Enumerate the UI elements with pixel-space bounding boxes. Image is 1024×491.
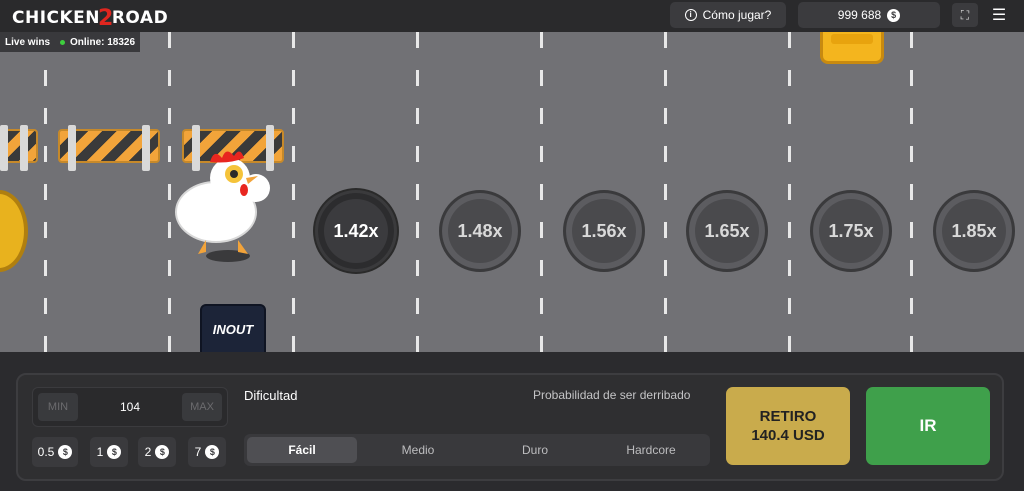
multiplier-manhole: 1.65x <box>686 190 768 272</box>
difficulty-selector: Fácil Medio Duro Hardcore <box>244 434 710 466</box>
quick-bet-button[interactable]: 7 $ <box>188 437 226 467</box>
bet-amount-control: MIN 104 MAX <box>32 387 228 427</box>
hamburger-menu-icon: ☰ <box>991 7 1007 24</box>
cashout-button[interactable]: RETIRO 140.4 USD <box>726 387 850 465</box>
lane-line <box>910 32 913 352</box>
chicken-character <box>175 151 270 262</box>
inout-sign: INOUT <box>200 304 266 352</box>
max-bet-button[interactable]: MAX <box>182 393 222 421</box>
info-icon: i <box>684 9 697 21</box>
lane-line <box>540 32 543 352</box>
quick-bet-button[interactable]: 2 $ <box>138 437 176 467</box>
fullscreen-icon: ⛶ <box>960 7 970 22</box>
live-stats-bar: Live wins Online: 18326 <box>0 32 140 52</box>
quick-bet-button[interactable]: 0.5 $ <box>32 437 78 467</box>
road-barrier <box>58 125 160 171</box>
tab-hardcore[interactable]: Hardcore <box>596 437 706 463</box>
multiplier-manhole: 1.75x <box>810 190 892 272</box>
probability-label: Probabilidad de ser derribado <box>533 388 691 402</box>
quick-bet-button[interactable]: 1 $ <box>90 437 128 467</box>
min-bet-button[interactable]: MIN <box>38 393 78 421</box>
live-wins-label: Live wins <box>5 36 51 48</box>
game-logo: CHICKEN2ROAD <box>12 6 169 31</box>
difficulty-label: Dificultad <box>244 388 298 403</box>
online-dot-icon <box>60 39 66 45</box>
yellow-car <box>820 32 884 64</box>
multiplier-manhole[interactable]: 1.42x <box>315 190 397 272</box>
dollar-coin-icon: $ <box>155 445 170 459</box>
tab-easy[interactable]: Fácil <box>247 437 357 463</box>
gold-coin-icon <box>0 190 28 272</box>
dollar-coin-icon: $ <box>58 445 73 459</box>
menu-button[interactable]: ☰ <box>988 4 1010 26</box>
road-barrier <box>0 125 38 171</box>
go-button[interactable]: IR <box>866 387 990 465</box>
dollar-coin-icon: $ <box>205 445 220 459</box>
tab-medium[interactable]: Medio <box>363 437 473 463</box>
online-count: Online: 18326 <box>60 37 135 48</box>
how-to-play-button[interactable]: i Cómo jugar? <box>670 2 786 28</box>
dollar-coin-icon: $ <box>887 8 901 22</box>
lane-line <box>292 32 295 352</box>
game-road: Live wins Online: 18326 1.42x 1.48x 1.56… <box>0 32 1024 352</box>
lane-line <box>788 32 791 352</box>
top-bar: CHICKEN2ROAD i Cómo jugar? 999 688 $ ⛶ ☰ <box>0 0 1024 32</box>
multiplier-manhole: 1.85x <box>933 190 1015 272</box>
dollar-coin-icon: $ <box>107 445 122 459</box>
lane-line <box>664 32 667 352</box>
tab-hard[interactable]: Duro <box>480 437 590 463</box>
fullscreen-button[interactable]: ⛶ <box>952 3 978 27</box>
multiplier-manhole: 1.56x <box>563 190 645 272</box>
lane-line <box>416 32 419 352</box>
bet-amount-input[interactable]: 104 <box>83 400 177 414</box>
balance-display: 999 688 $ <box>798 2 940 28</box>
lane-line <box>44 32 47 352</box>
multiplier-manhole: 1.48x <box>439 190 521 272</box>
